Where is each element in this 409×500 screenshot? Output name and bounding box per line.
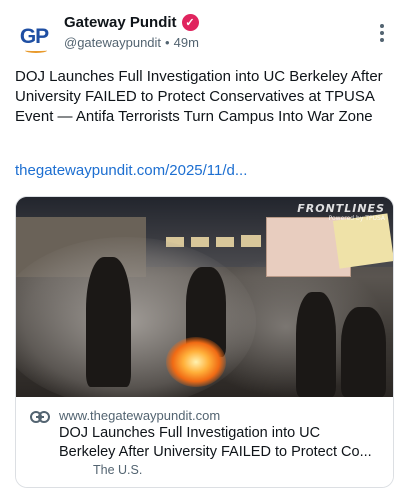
author-name-row: Gateway Pundit ✓ [64,14,199,31]
card-domain: www.thegatewaypundit.com [59,408,221,423]
image-person [341,307,386,397]
image-watermark-title: FRONTLINES [297,202,385,215]
card-category: The U.S. [93,463,143,477]
card-title-line: DOJ Launches Full Investigation into UC [59,425,321,441]
author-meta: @gatewaypundit • 49m [64,35,199,50]
card-info[interactable]: www.thegatewaypundit.com DOJ Launches Fu… [16,397,393,487]
image-watermark: FRONTLINES Powered by TPUSA [297,202,385,222]
avatar-logo-text: GP [19,25,49,48]
link-icon [30,411,50,423]
more-vertical-icon-dot [380,31,384,35]
card-title-line: Berkeley After University FAILED to Prot… [59,444,372,460]
image-window [191,237,209,247]
meta-separator: • [165,35,170,50]
author-handle[interactable]: @gatewaypundit [64,35,161,50]
link-preview-card[interactable]: FRONTLINES Powered by TPUSA www.thegatew… [15,196,394,488]
avatar-swoosh [25,48,47,53]
post-time[interactable]: 49m [174,35,199,50]
more-vertical-icon-dot [380,38,384,42]
image-watermark-sub: Powered by TPUSA [328,215,385,222]
more-options-button[interactable] [372,22,392,44]
author-display-name[interactable]: Gateway Pundit [64,14,177,31]
card-image[interactable]: FRONTLINES Powered by TPUSA [16,197,393,397]
image-person [296,292,336,397]
verified-badge-icon: ✓ [181,14,199,31]
avatar[interactable]: GP [15,20,53,58]
image-window [241,235,261,247]
more-vertical-icon-dot [380,24,384,28]
image-fire [166,337,226,387]
card-title: DOJ Launches Full Investigation into UC … [59,424,384,462]
image-window [216,237,234,247]
post: GP Gateway Pundit ✓ @gatewaypundit • 49m… [0,0,409,500]
image-person [86,257,131,387]
post-link[interactable]: thegatewaypundit.com/2025/11/d... [15,162,247,179]
post-text: DOJ Launches Full Investigation into UC … [15,68,383,125]
